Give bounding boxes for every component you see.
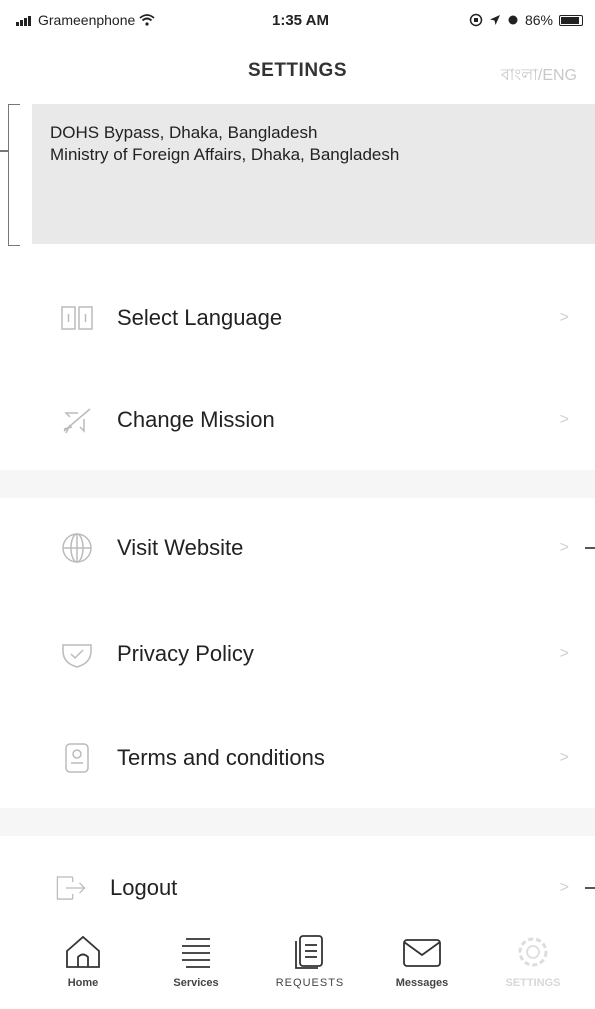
tab-label: Services bbox=[173, 977, 219, 989]
tab-home[interactable]: Home bbox=[38, 933, 128, 989]
menu-item-label: Select Language bbox=[117, 305, 283, 330]
home-icon bbox=[66, 935, 100, 968]
document-icon bbox=[60, 741, 94, 775]
menu-item-terms[interactable]: Terms and conditions > bbox=[0, 728, 595, 788]
chevron-right-icon: > bbox=[559, 539, 569, 556]
menu-item-select-language[interactable]: Select Language > bbox=[0, 288, 595, 348]
lock-rotation-icon bbox=[469, 13, 483, 27]
menu-item-logout[interactable]: Logout > bbox=[0, 858, 595, 918]
signal-icon bbox=[16, 16, 31, 26]
edge-mark bbox=[585, 887, 595, 889]
section-divider bbox=[0, 808, 595, 836]
bracket-decoration bbox=[8, 104, 20, 246]
menu-item-change-mission[interactable]: Change Mission > bbox=[0, 390, 595, 450]
plane-icon bbox=[60, 403, 94, 437]
chevron-right-icon: > bbox=[559, 309, 569, 326]
mail-icon bbox=[403, 939, 441, 967]
bracket-stub bbox=[0, 150, 8, 152]
carrier-name: Grameenphone bbox=[38, 12, 136, 28]
tab-bar: Home Services REQUESTS Messages SETTINGS bbox=[0, 925, 595, 1009]
section-divider bbox=[0, 470, 595, 498]
status-bar: Grameenphone 1:35 AM 86% bbox=[0, 0, 595, 44]
tab-messages[interactable]: Messages bbox=[377, 933, 467, 989]
battery-icon bbox=[559, 14, 583, 26]
language-icon bbox=[60, 301, 94, 335]
menu-item-privacy-policy[interactable]: Privacy Policy > bbox=[0, 624, 595, 684]
chevron-right-icon: > bbox=[559, 645, 569, 662]
tab-settings[interactable]: SETTINGS bbox=[488, 933, 578, 989]
menu-item-label: Change Mission bbox=[117, 407, 275, 432]
menu-item-label: Visit Website bbox=[117, 535, 244, 560]
edge-mark bbox=[585, 547, 595, 549]
tab-services[interactable]: Services bbox=[151, 933, 241, 989]
battery-percent: 86% bbox=[524, 12, 553, 28]
tab-label: SETTINGS bbox=[505, 977, 561, 989]
menu-item-label: Terms and conditions bbox=[117, 745, 325, 770]
gear-icon bbox=[518, 937, 548, 967]
chevron-right-icon: > bbox=[559, 749, 569, 766]
address-line-2: Ministry of Foreign Affairs, Dhaka, Bang… bbox=[50, 145, 400, 164]
shield-icon bbox=[60, 637, 94, 671]
alarm-icon bbox=[508, 15, 518, 25]
logout-icon bbox=[54, 871, 88, 905]
clock: 1:35 AM bbox=[272, 12, 329, 29]
chevron-right-icon: > bbox=[559, 411, 569, 428]
address-line-1: DOHS Bypass, Dhaka, Bangladesh bbox=[50, 123, 318, 142]
menu-item-visit-website[interactable]: Visit Website > bbox=[0, 518, 595, 578]
nav-bar: SETTINGS বাংলা/ENG bbox=[0, 48, 595, 96]
list-icon bbox=[182, 938, 210, 968]
tab-label: Home bbox=[67, 977, 99, 989]
tab-label: REQUESTS bbox=[275, 977, 345, 989]
status-right: 86% bbox=[469, 12, 583, 28]
tab-requests[interactable]: REQUESTS bbox=[265, 933, 355, 989]
language-toggle[interactable]: বাংলা/ENG bbox=[501, 62, 577, 89]
requests-icon bbox=[295, 935, 323, 969]
globe-icon bbox=[60, 531, 94, 565]
carrier: Grameenphone bbox=[16, 12, 155, 28]
menu-item-label: Privacy Policy bbox=[117, 641, 254, 666]
location-icon bbox=[489, 15, 500, 25]
tab-label: Messages bbox=[395, 977, 449, 989]
chevron-right-icon: > bbox=[559, 879, 569, 896]
wifi-icon bbox=[139, 14, 155, 26]
address-card: DOHS Bypass, Dhaka, Bangladesh Ministry … bbox=[32, 104, 595, 244]
menu-item-label: Logout bbox=[110, 875, 178, 900]
